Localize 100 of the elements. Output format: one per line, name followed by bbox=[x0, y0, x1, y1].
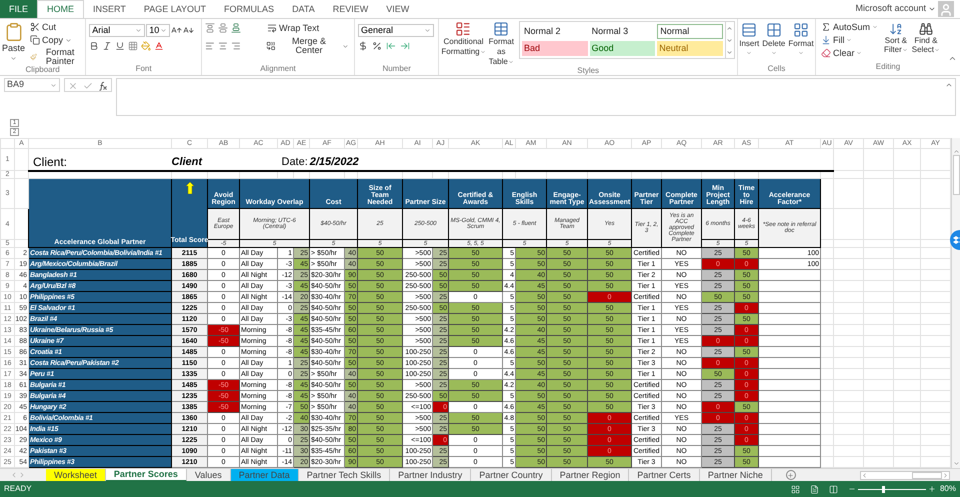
clipboard-icon bbox=[4, 22, 24, 42]
align-right-icon bbox=[230, 41, 240, 51]
cell-style[interactable]: Bad bbox=[522, 41, 588, 56]
group-label: Font bbox=[134, 65, 153, 75]
add-sheet-button[interactable] bbox=[786, 470, 796, 480]
ribbon-tab[interactable]: HOME bbox=[37, 0, 84, 18]
sort-filter-button[interactable]: Sort & Filter bbox=[884, 22, 908, 63]
ribbon-tab[interactable]: INSERT bbox=[84, 0, 135, 18]
client-name: Client bbox=[172, 148, 208, 170]
account-menu[interactable]: Microsoft account bbox=[855, 0, 938, 18]
horizontal-scrollbar[interactable] bbox=[860, 470, 950, 480]
caret-icon bbox=[928, 5, 936, 13]
zoom-thumb[interactable] bbox=[882, 486, 886, 492]
function-icon[interactable] bbox=[98, 81, 108, 91]
gallery-scroll-icon[interactable] bbox=[724, 22, 734, 58]
vertical-scrollbar[interactable] bbox=[951, 138, 960, 468]
caret-icon bbox=[902, 46, 908, 52]
autosum-button[interactable]: AutoSum bbox=[818, 22, 880, 32]
caret-icon bbox=[770, 50, 777, 56]
fill-button[interactable]: Fill bbox=[818, 35, 880, 45]
scroll-thumb[interactable] bbox=[912, 472, 942, 478]
insert-button[interactable]: Insert bbox=[739, 22, 760, 65]
delete-button[interactable]: Delete bbox=[762, 22, 786, 65]
format-button[interactable]: Format bbox=[788, 22, 814, 65]
caret-icon bbox=[480, 49, 486, 55]
format-as-table-button[interactable]: Format as Table bbox=[488, 21, 514, 67]
ribbon-tab[interactable]: VIEW bbox=[377, 0, 418, 18]
client-label: Client: bbox=[28, 148, 172, 170]
ribbon-tab[interactable]: DATA bbox=[283, 0, 324, 18]
enter-icon bbox=[83, 81, 93, 91]
sheet-tab[interactable]: Partner Scores bbox=[106, 468, 187, 482]
underline-icon bbox=[115, 41, 126, 51]
normal-view-icon bbox=[790, 484, 800, 494]
binoculars-icon bbox=[918, 22, 933, 36]
file-tab[interactable]: FILE bbox=[0, 0, 38, 18]
font-size-field[interactable]: 10 bbox=[146, 24, 170, 37]
name-box[interactable]: BA9 bbox=[4, 78, 60, 92]
group-label: Clipboard bbox=[24, 66, 61, 76]
borders-icon bbox=[128, 41, 138, 51]
group-label: Editing bbox=[874, 63, 902, 73]
page-layout-icon bbox=[810, 484, 819, 494]
caret-icon bbox=[50, 82, 57, 88]
scissors-icon bbox=[30, 22, 40, 32]
caret-icon bbox=[746, 50, 752, 56]
group-label: Styles bbox=[576, 67, 600, 77]
caret-icon bbox=[424, 27, 431, 34]
sigma-icon bbox=[820, 22, 831, 32]
cancel-icon bbox=[68, 81, 78, 91]
caret-icon bbox=[508, 59, 514, 65]
scroll-right-icon bbox=[18, 471, 26, 479]
clear-button[interactable]: Clear bbox=[818, 48, 880, 58]
font-name-field[interactable]: Arial bbox=[89, 24, 146, 37]
cut-button[interactable]: Cut bbox=[28, 22, 84, 32]
table-icon bbox=[493, 21, 510, 37]
caret-icon bbox=[10, 55, 17, 62]
ribbon-tab[interactable]: REVIEW bbox=[324, 0, 378, 18]
caret-icon bbox=[872, 24, 878, 30]
number-format-field[interactable]: General bbox=[358, 24, 434, 37]
paste-button[interactable]: Paste bbox=[2, 22, 26, 66]
scroll-left-icon bbox=[10, 471, 18, 479]
group-label: Alignment bbox=[259, 65, 297, 75]
caret-icon bbox=[65, 36, 72, 44]
find-select-button[interactable]: Find & Select bbox=[912, 22, 940, 63]
align-top-icon bbox=[204, 23, 215, 33]
wrap-text-button[interactable]: Wrap Text bbox=[264, 23, 322, 33]
bold-icon bbox=[89, 41, 100, 51]
ribbon-tab[interactable]: FORMULAS bbox=[215, 0, 284, 18]
group-label: Cells bbox=[766, 65, 786, 75]
cell-style[interactable]: Good bbox=[590, 41, 656, 56]
date-value: 2/15/2022 bbox=[310, 156, 359, 168]
sheet-tab[interactable]: Worksheet bbox=[46, 468, 106, 482]
sort-icon bbox=[888, 22, 903, 36]
conditional-formatting-icon bbox=[455, 21, 472, 37]
cell-style[interactable]: Normal bbox=[657, 24, 723, 39]
italic-icon bbox=[102, 41, 112, 51]
eraser-icon bbox=[820, 48, 831, 58]
align-middle-icon bbox=[218, 23, 228, 33]
scroll-thumb[interactable] bbox=[952, 155, 960, 195]
copy-icon bbox=[30, 35, 40, 45]
zoom-slider[interactable] bbox=[858, 486, 926, 492]
up-arrow-icon bbox=[186, 182, 194, 194]
collapse-ribbon-icon bbox=[948, 54, 957, 63]
rows-icon bbox=[741, 22, 758, 38]
merge-center-button[interactable]: Merge & Center bbox=[264, 37, 351, 55]
scroll-right-icon bbox=[942, 472, 949, 478]
align-bottom-icon bbox=[230, 23, 241, 33]
date-label: Date: bbox=[280, 156, 308, 168]
cell-style[interactable]: Neutral bbox=[657, 41, 723, 56]
scroll-down-icon bbox=[952, 460, 960, 467]
scroll-left-icon bbox=[861, 472, 868, 478]
formula-input[interactable] bbox=[116, 78, 956, 116]
ribbon-tab[interactable]: PAGE LAYOUT bbox=[134, 0, 216, 18]
group-label: Number bbox=[381, 65, 412, 75]
wrap-text-icon bbox=[266, 23, 277, 33]
sheet-tab[interactable]: Partner Data bbox=[230, 468, 299, 482]
format-painter-button[interactable]: Format Painter bbox=[28, 48, 84, 66]
caret-icon bbox=[934, 46, 940, 52]
zoom-level[interactable]: 80% bbox=[940, 483, 956, 495]
conditional-formatting-button[interactable]: Conditional Formatting bbox=[441, 21, 486, 67]
copy-button[interactable]: Copy bbox=[28, 35, 84, 45]
